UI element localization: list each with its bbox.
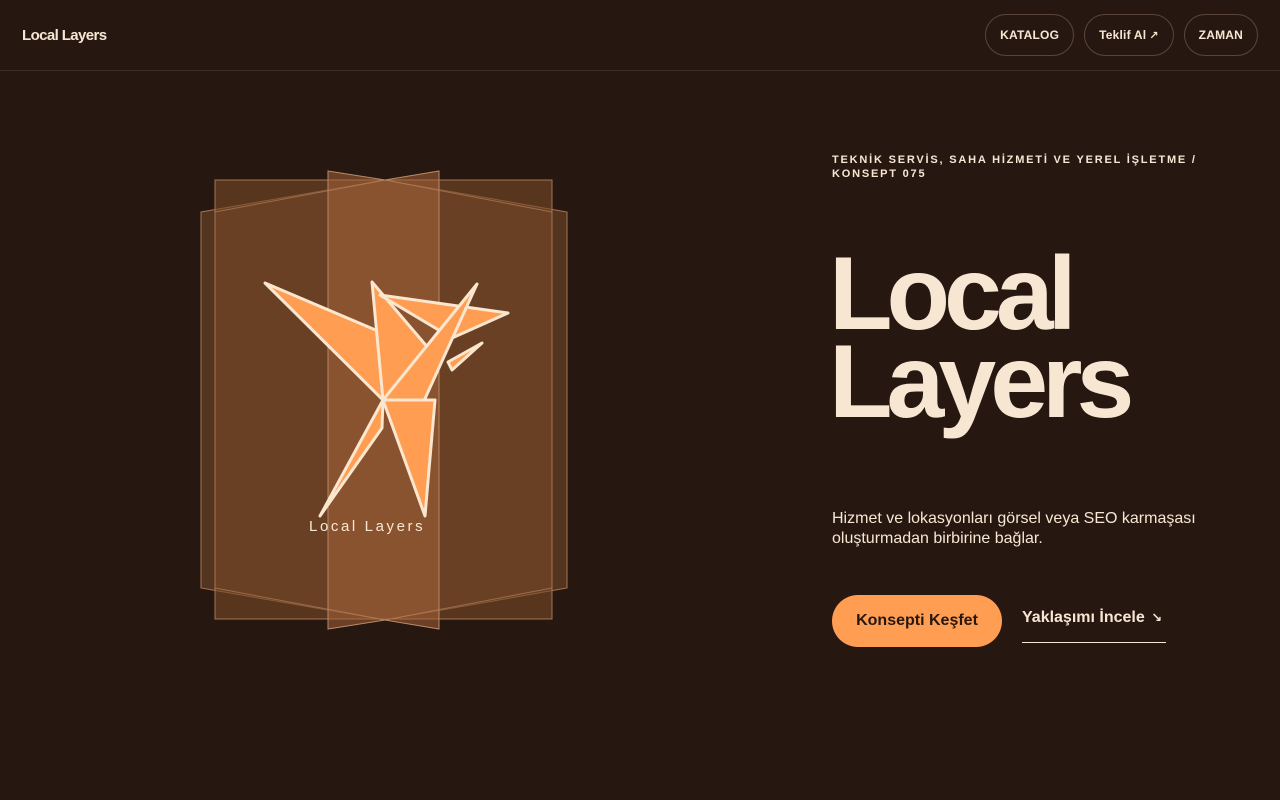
nav-teklif-al-label: Teklif Al: [1099, 28, 1147, 42]
nav-katalog-label: KATALOG: [1000, 28, 1060, 42]
hero-title-line-2: Layers: [829, 324, 1134, 440]
hero-eyebrow: TEKNİK SERVİS, SAHA HİZMETİ VE YEREL İŞL…: [832, 154, 1197, 180]
explore-concept-button[interactable]: Konsepti Keşfet: [832, 595, 1002, 647]
layered-panels-illustration: Local Layers: [200, 170, 568, 630]
hero-title: Local Layers: [829, 242, 1134, 440]
hero-illustration: Local Layers: [190, 160, 580, 640]
explore-concept-label: Konsepti Keşfet: [856, 612, 978, 629]
site-header: Local Layers KATALOG Teklif Al ↗ ZAMAN: [0, 0, 1280, 71]
arrow-up-right-icon: ↗: [1149, 29, 1159, 42]
brand-logo[interactable]: Local Layers: [22, 26, 107, 46]
review-approach-label: Yaklaşımı İncele: [1022, 609, 1145, 626]
nav-zaman-label: ZAMAN: [1198, 28, 1243, 42]
nav-katalog-button[interactable]: KATALOG: [985, 14, 1075, 56]
review-approach-link[interactable]: Yaklaşımı İncele ↘: [1022, 609, 1166, 643]
main-nav: KATALOG Teklif Al ↗ ZAMAN: [985, 14, 1258, 56]
nav-zaman-button[interactable]: ZAMAN: [1183, 14, 1258, 56]
arrow-down-right-icon: ↘: [1151, 610, 1163, 625]
hero-description: Hizmet ve lokasyonları görsel veya SEO k…: [832, 510, 1196, 547]
illustration-caption: Local Layers: [309, 518, 425, 535]
nav-teklif-al-button[interactable]: Teklif Al ↗: [1084, 14, 1174, 56]
